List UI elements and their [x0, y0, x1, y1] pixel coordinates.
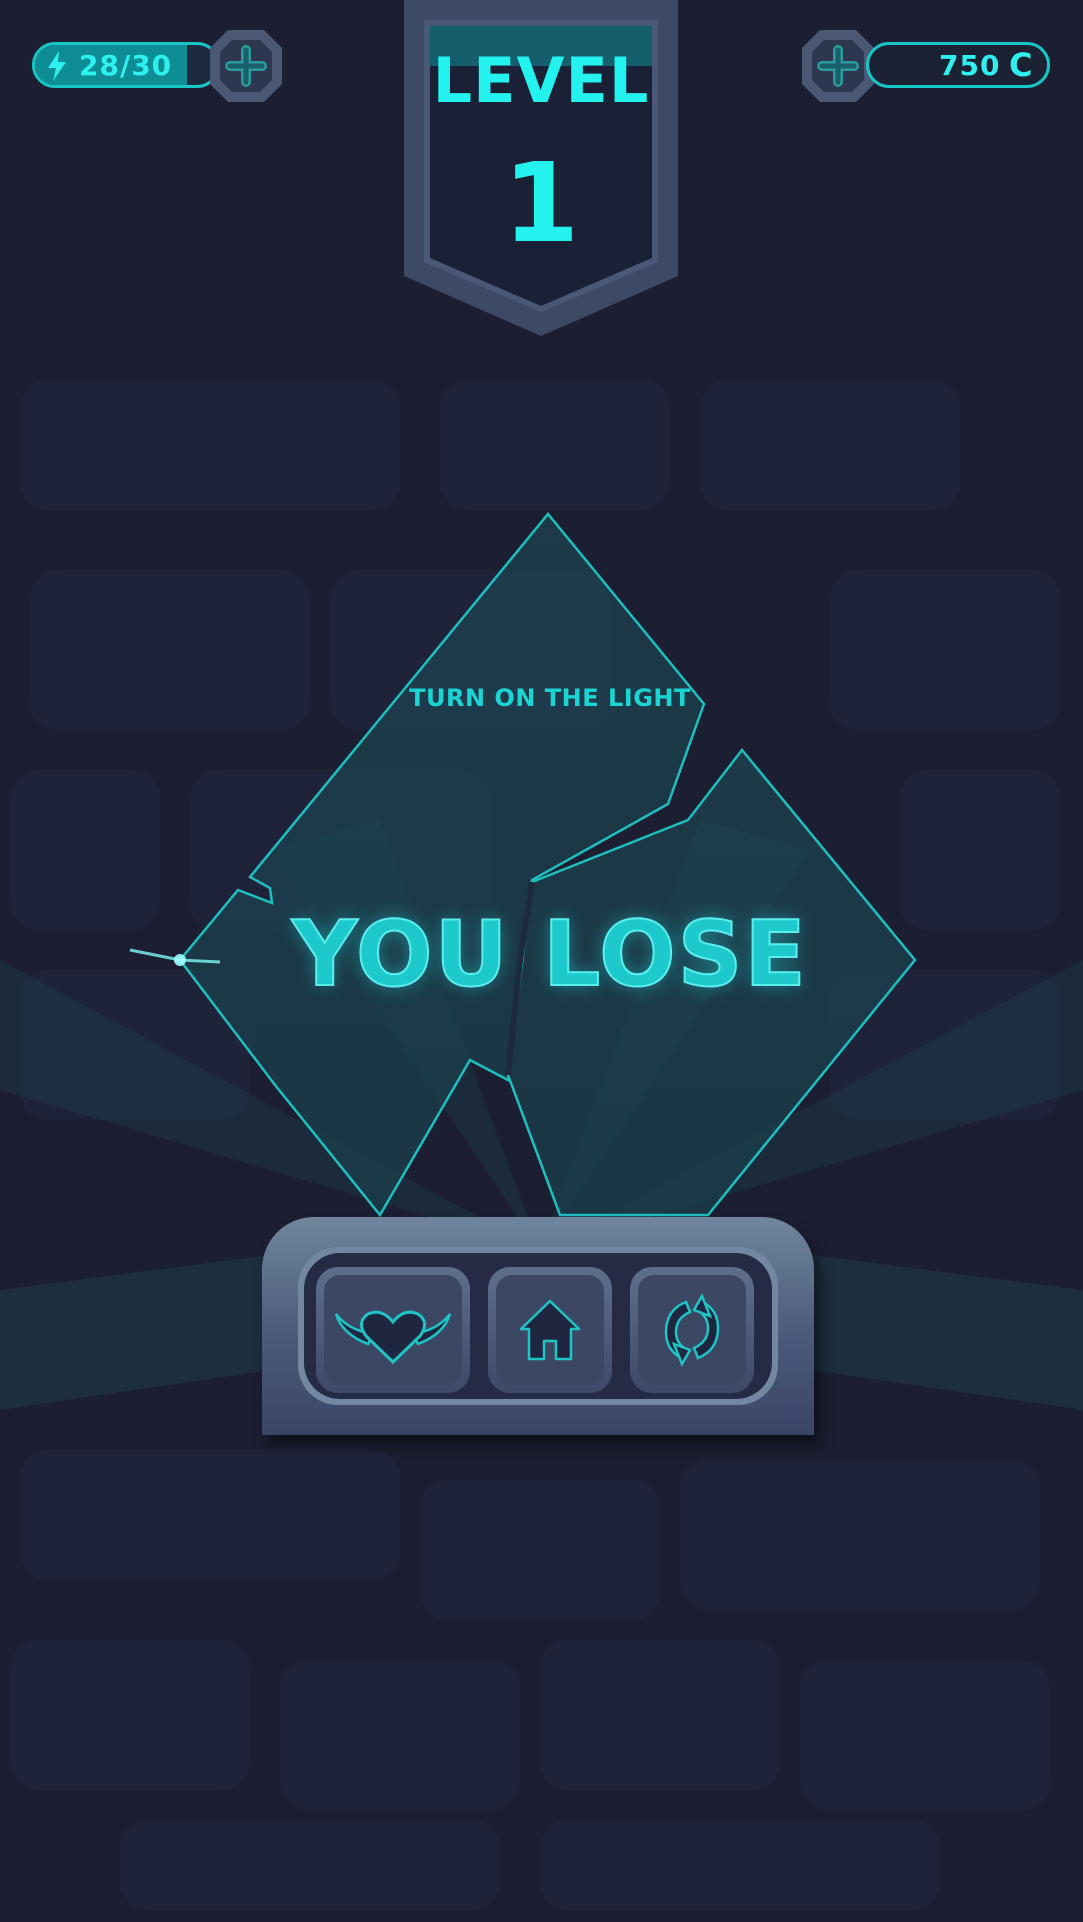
refresh-icon	[664, 1293, 720, 1367]
home-button[interactable]	[488, 1267, 612, 1393]
action-panel	[262, 1217, 814, 1435]
panel-tray	[304, 1253, 772, 1399]
revive-button[interactable]	[316, 1267, 470, 1393]
winged-heart-icon	[334, 1310, 452, 1365]
panel-frame	[298, 1247, 778, 1405]
retry-button[interactable]	[630, 1267, 754, 1393]
home-icon	[519, 1299, 581, 1361]
crack-line	[505, 881, 535, 1076]
